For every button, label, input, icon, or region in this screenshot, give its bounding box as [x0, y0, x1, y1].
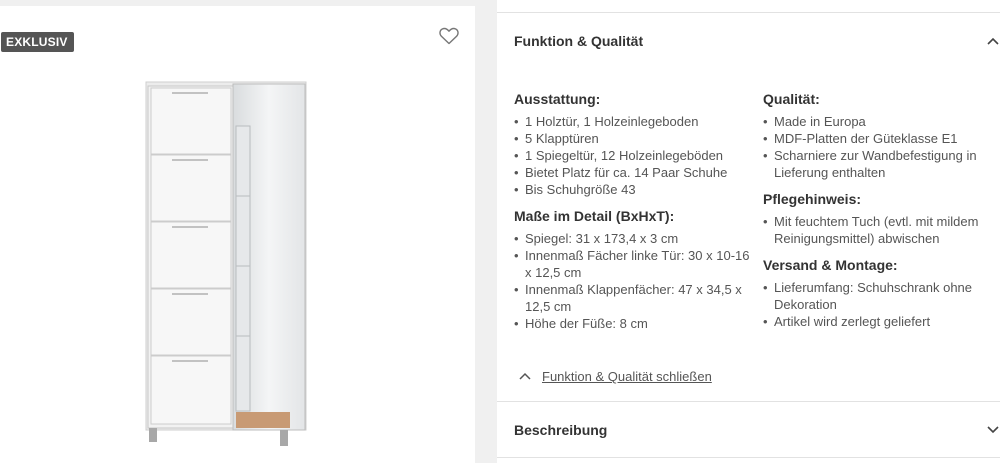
- list-item: 1 Holztür, 1 Holzeinlegeboden: [514, 113, 754, 130]
- care-list: Mit feuchtem Tuch (evtl. mit mildem Rein…: [763, 213, 988, 247]
- section-heading: Qualität:: [763, 91, 820, 107]
- shipping-list: Lieferumfang: Schuhschrank ohne Dekorati…: [763, 279, 988, 330]
- product-image-card: EXKLUSIV: [0, 6, 475, 463]
- list-item: Lieferumfang: Schuhschrank ohne Dekorati…: [763, 279, 988, 313]
- list-item: Spiegel: 31 x 173,4 x 3 cm: [514, 230, 754, 247]
- chevron-down-icon[interactable]: [987, 425, 999, 435]
- heart-icon[interactable]: [439, 27, 459, 45]
- exklusiv-badge: EXKLUSIV: [1, 32, 74, 52]
- list-item: Bietet Platz für ca. 14 Paar Schuhe: [514, 164, 754, 181]
- divider: [497, 457, 1000, 458]
- accordion-title: Beschreibung: [514, 422, 608, 438]
- divider: [497, 12, 1000, 13]
- list-item: 1 Spiegeltür, 12 Holzeinlegeböden: [514, 147, 754, 164]
- list-item: Innenmaß Klappenfächer: 47 x 34,5 x 12,5…: [514, 281, 754, 315]
- shoe-cabinet-image: [145, 81, 307, 446]
- quality-list: Made in Europa MDF-Platten der Güteklass…: [763, 113, 988, 181]
- section-heading: Pflegehinweis:: [763, 191, 862, 207]
- list-item: Innenmaß Fächer linke Tür: 30 x 10-16 x …: [514, 247, 754, 281]
- accordion-title: Funktion & Qualität: [514, 33, 644, 49]
- list-item: 5 Klapptüren: [514, 130, 754, 147]
- list-item: MDF-Platten der Güteklasse E1: [763, 130, 988, 147]
- feature-list: 1 Holztür, 1 Holzeinlegeboden 5 Klapptür…: [514, 113, 754, 198]
- dimensions-list: Spiegel: 31 x 173,4 x 3 cm Innenmaß Fäch…: [514, 230, 754, 332]
- list-item: Höhe der Füße: 8 cm: [514, 315, 754, 332]
- product-details-panel: Funktion & Qualität Ausstattung: 1 Holzt…: [497, 0, 1000, 463]
- list-item: Scharniere zur Wandbefestigung in Liefer…: [763, 147, 988, 181]
- list-item: Artikel wird zerlegt geliefert: [763, 313, 988, 330]
- section-heading: Versand & Montage:: [763, 257, 898, 273]
- details-column-right: Qualität: Made in Europa MDF-Platten der…: [763, 91, 988, 340]
- list-item: Made in Europa: [763, 113, 988, 130]
- list-item: Bis Schuhgröße 43: [514, 181, 754, 198]
- section-heading: Ausstattung:: [514, 91, 601, 107]
- section-heading: Maße im Detail (BxHxT):: [514, 208, 675, 224]
- divider: [497, 401, 1000, 402]
- chevron-up-icon[interactable]: [987, 36, 999, 46]
- list-item: Mit feuchtem Tuch (evtl. mit mildem Rein…: [763, 213, 988, 247]
- details-column-left: Ausstattung: 1 Holztür, 1 Holzeinlegebod…: [514, 91, 754, 342]
- close-accordion-link[interactable]: Funktion & Qualität schließen: [542, 369, 712, 384]
- chevron-up-icon[interactable]: [519, 372, 531, 380]
